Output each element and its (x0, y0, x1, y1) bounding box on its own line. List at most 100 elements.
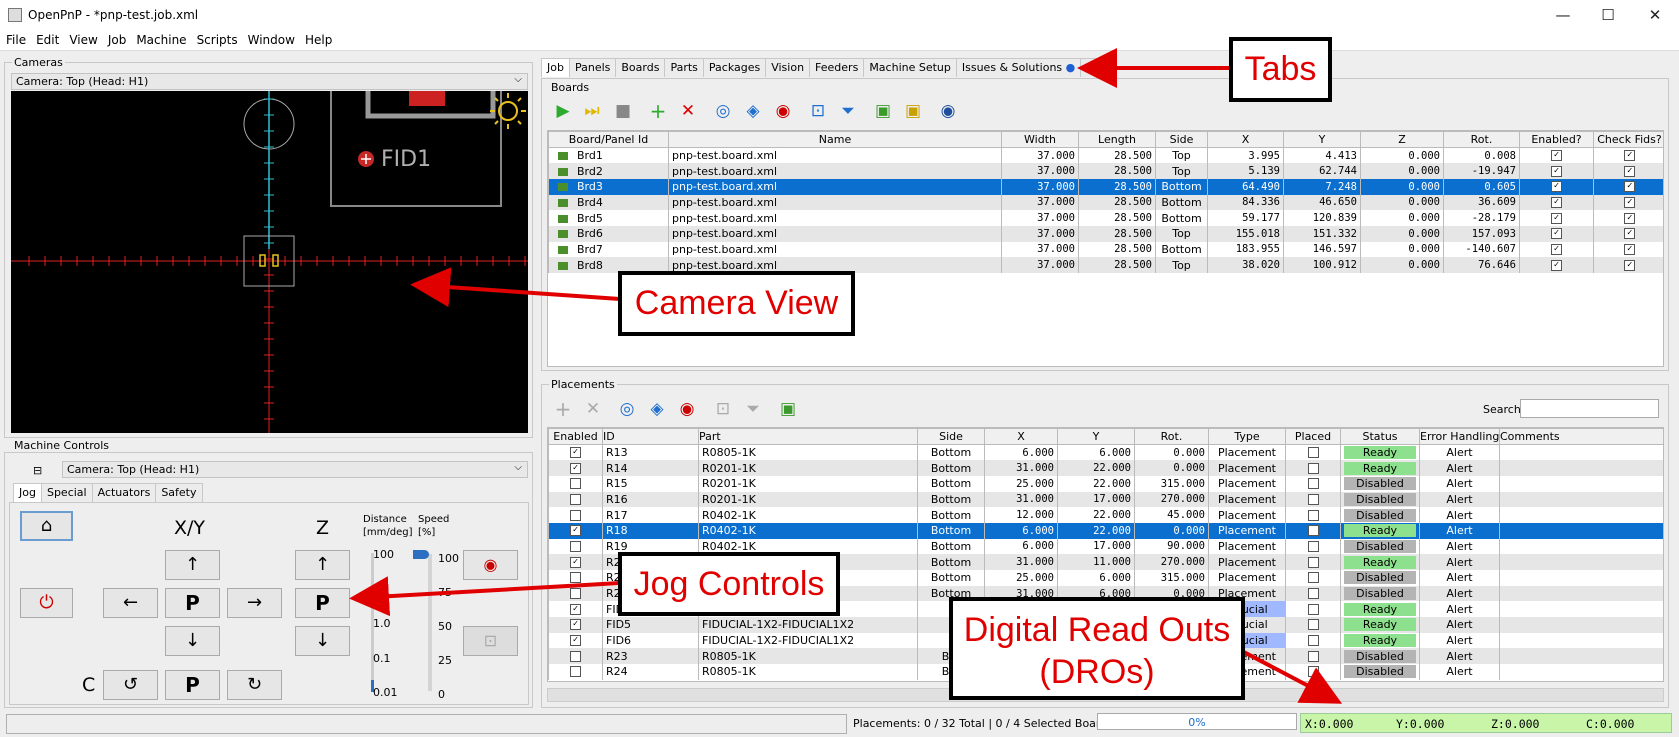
board-enabled-checkbox[interactable]: ✓ (1551, 196, 1562, 208)
placement-enabled-checkbox[interactable]: ✓ (570, 603, 581, 615)
park-c-button[interactable]: P (165, 670, 220, 700)
board-enabled-checkbox[interactable]: ✓ (1551, 243, 1562, 255)
tab-packages[interactable]: Packages (702, 58, 767, 77)
col-part[interactable]: Part (698, 428, 918, 445)
col-z[interactable]: Z (1360, 131, 1444, 148)
col-rot[interactable]: Rot. (1443, 131, 1520, 148)
placement-placed-checkbox[interactable] (1307, 603, 1319, 615)
step-icon[interactable]: ⏭ (580, 99, 604, 123)
placement-placed-checkbox[interactable] (1307, 525, 1319, 537)
board-fids-checkbox[interactable]: ✓ (1624, 196, 1636, 208)
col-x[interactable]: X (984, 428, 1058, 445)
board-fids-checkbox[interactable]: ✓ (1624, 243, 1636, 255)
placement-enabled-checkbox[interactable] (570, 478, 581, 490)
tab-feeders[interactable]: Feeders (809, 58, 865, 77)
board-enabled-checkbox[interactable]: ✓ (1551, 212, 1562, 224)
placement-placed-checkbox[interactable] (1307, 556, 1319, 568)
placement-enabled-checkbox[interactable] (570, 540, 581, 552)
home-button[interactable]: ⌂ (20, 511, 73, 541)
actuator-button[interactable]: ◉ (463, 550, 518, 580)
stop-icon[interactable]: ■ (611, 99, 635, 123)
col-type[interactable]: Type (1208, 428, 1286, 445)
placement-row[interactable]: R17 R0402-1K Bottom 12.000 22.000 45.000 Place… (548, 507, 1663, 523)
col-error-handling[interactable]: Error Handling (1419, 428, 1500, 445)
placement-enabled-checkbox[interactable]: ✓ (570, 619, 581, 631)
col-board-id[interactable]: Board/Panel Id (548, 131, 669, 148)
placement-row[interactable]: ✓ R14 R0201-1K Bottom 31.000 22.000 0.000 Place… (548, 460, 1663, 476)
placement-row[interactable]: R15 R0201-1K Bottom 25.000 22.000 315.000 Plac… (548, 475, 1663, 492)
tab-safety[interactable]: Safety (155, 483, 203, 502)
tab-log[interactable]: Log (1080, 58, 1112, 77)
jog-z-minus-button[interactable]: ↓ (295, 626, 350, 656)
placement-enabled-checkbox[interactable] (570, 509, 581, 521)
power-button[interactable]: ⏻ (20, 588, 73, 618)
placement-placed-checkbox[interactable] (1307, 478, 1319, 490)
camera-view[interactable]: FID1 (11, 91, 528, 433)
tab-issues-solutions[interactable]: Issues & Solutions ● (955, 58, 1082, 77)
remove-placement-icon[interactable]: ✕ (581, 397, 605, 421)
col-enabled[interactable]: Enabled (548, 428, 603, 445)
maximize-button[interactable]: ☐ (1594, 4, 1622, 26)
fiducial-check-icon[interactable]: ◉ (675, 397, 699, 421)
placement-enabled-checkbox[interactable]: ✓ (570, 447, 581, 459)
col-id[interactable]: ID (602, 428, 699, 445)
col-side[interactable]: Side (1155, 131, 1208, 148)
jog-x-minus-button[interactable]: ← (103, 588, 158, 618)
speed-slider-thumb[interactable] (413, 550, 429, 559)
minimize-button[interactable]: — (1549, 4, 1577, 26)
tab-machine-setup[interactable]: Machine Setup (863, 58, 957, 77)
add-placement-icon[interactable]: + (551, 397, 575, 421)
jog-x-plus-button[interactable]: → (227, 588, 282, 618)
board-enabled-checkbox[interactable]: ✓ (1551, 181, 1562, 193)
col-check-fids[interactable]: Check Fids? (1593, 131, 1663, 148)
position-camera-icon[interactable]: ◈ (741, 99, 765, 123)
board-row[interactable]: Brd2 pnp-test.board.xml 37.000 28.500 Top 5.1… (548, 163, 1663, 179)
board-fids-checkbox[interactable]: ✓ (1624, 259, 1636, 271)
placement-enabled-checkbox[interactable] (570, 588, 581, 600)
placement-placed-checkbox[interactable] (1307, 619, 1319, 631)
placement-row[interactable]: ✓ R18 R0402-1K Bottom 6.000 22.000 0.000 Placem… (548, 522, 1663, 539)
board-fids-checkbox[interactable]: ✓ (1624, 165, 1636, 177)
locate-icon[interactable]: ⊡ (711, 397, 735, 421)
board-fids-checkbox[interactable]: ✓ (1624, 181, 1636, 193)
filter-icon[interactable]: ⏷ (741, 397, 765, 421)
park-xy-button[interactable]: P (165, 588, 220, 618)
fiducial-check-icon[interactable]: ◉ (771, 99, 795, 123)
col-y[interactable]: Y (1283, 131, 1361, 148)
play-icon[interactable]: ▶ (551, 99, 575, 123)
col-enabled[interactable]: Enabled? (1519, 131, 1594, 148)
col-status[interactable]: Status (1340, 428, 1420, 445)
tab-vision[interactable]: Vision (765, 58, 811, 77)
placement-enabled-checkbox[interactable]: ✓ (570, 556, 581, 568)
placement-row[interactable]: R16 R0201-1K Bottom 31.000 17.000 270.000 Plac… (548, 491, 1663, 508)
board-row[interactable]: Brd3 pnp-test.board.xml 37.000 28.500 Bottom… (548, 178, 1663, 195)
capture-camera-icon[interactable]: ◎ (711, 99, 735, 123)
placement-placed-checkbox[interactable] (1307, 462, 1319, 474)
jog-y-minus-button[interactable]: ↓ (165, 626, 220, 656)
col-width[interactable]: Width (1001, 131, 1079, 148)
menu-scripts[interactable]: Scripts (191, 32, 242, 47)
tab-actuators[interactable]: Actuators (91, 483, 157, 502)
jog-z-plus-button[interactable]: ↑ (295, 550, 350, 580)
edit-feeder-icon[interactable]: ▣ (776, 397, 800, 421)
placement-enabled-checkbox[interactable] (570, 666, 581, 678)
board-enabled-checkbox[interactable]: ✓ (1551, 165, 1562, 177)
col-length[interactable]: Length (1078, 131, 1156, 148)
add-board-icon[interactable]: + (646, 99, 670, 123)
placement-placed-checkbox[interactable] (1307, 540, 1319, 552)
col-name[interactable]: Name (668, 131, 1002, 148)
placement-enabled-checkbox[interactable] (570, 650, 581, 662)
board-enabled-checkbox[interactable]: ✓ (1551, 259, 1562, 271)
menu-help[interactable]: Help (299, 32, 336, 47)
capture-button[interactable]: ⊡ (463, 626, 518, 656)
placement-placed-checkbox[interactable] (1307, 447, 1319, 459)
placement-placed-checkbox[interactable] (1307, 493, 1319, 505)
locate-icon[interactable]: ⊡ (806, 99, 830, 123)
board-fids-checkbox[interactable]: ✓ (1624, 150, 1636, 162)
eye-icon[interactable]: ◉ (936, 99, 960, 123)
tab-job[interactable]: Job (541, 58, 570, 77)
board-enabled-checkbox[interactable]: ✓ (1551, 228, 1562, 240)
speed-slider-track[interactable] (428, 554, 432, 691)
tab-jog[interactable]: Jog (13, 483, 42, 502)
board-fids-checkbox[interactable]: ✓ (1624, 228, 1636, 240)
